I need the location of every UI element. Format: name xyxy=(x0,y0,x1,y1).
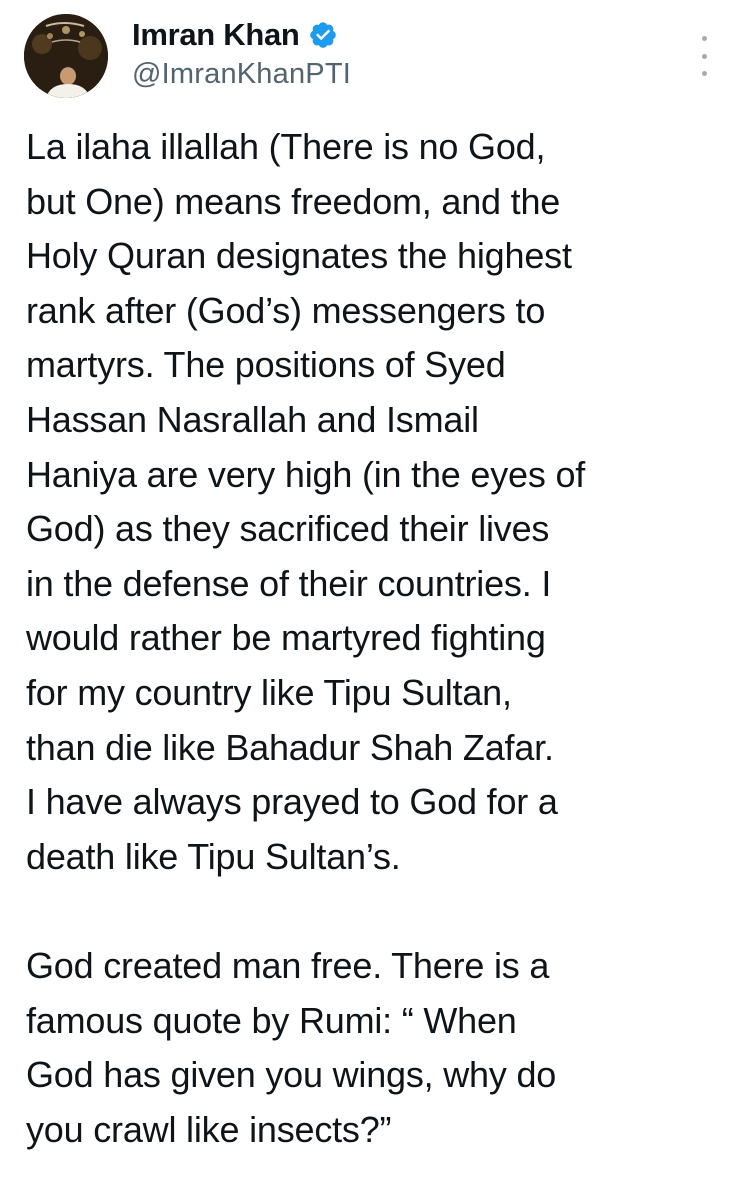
tweet-header: Imran Khan @ImranKhanPTI xyxy=(24,14,717,100)
avatar[interactable] xyxy=(24,14,108,98)
author-handle[interactable]: @ImranKhanPTI xyxy=(132,58,351,91)
name-row: Imran Khan xyxy=(132,16,351,54)
dot xyxy=(701,36,707,41)
dot xyxy=(701,53,707,59)
avatar-image xyxy=(24,14,108,98)
dot xyxy=(701,71,707,76)
tweet-text: La ilaha illallah (There is no God, but … xyxy=(26,126,586,1150)
tweet: Imran Khan @ImranKhanPTI La ilaha illall… xyxy=(0,0,741,1200)
verified-badge-icon xyxy=(308,20,338,50)
author-name[interactable]: Imran Khan xyxy=(132,17,300,53)
author-info: Imran Khan @ImranKhanPTI xyxy=(132,16,351,91)
more-options-icon[interactable] xyxy=(697,36,711,76)
